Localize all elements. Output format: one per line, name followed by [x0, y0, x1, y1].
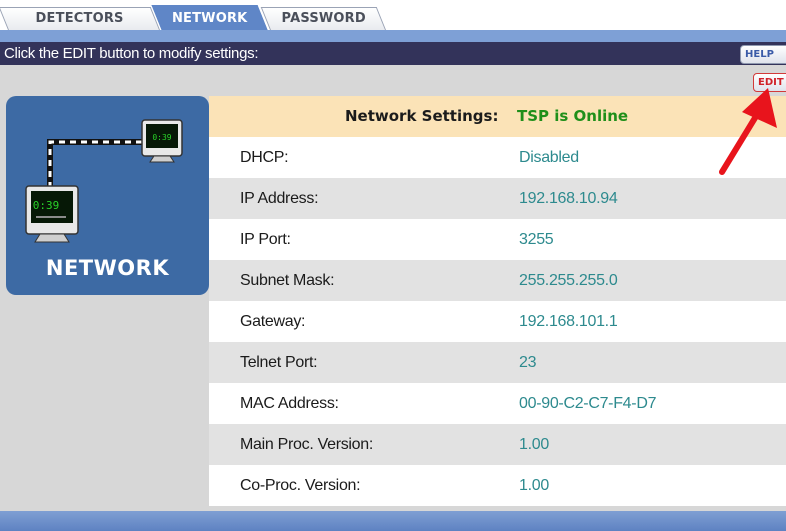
bottom-band [0, 511, 786, 531]
table-row-telnet-port: Telnet Port: 23 [209, 342, 786, 383]
small-screen-text: 0:39 [152, 133, 171, 142]
table-row-co-proc-version: Co-Proc. Version: 1.00 [209, 465, 786, 506]
large-screen-text: 0:39 [33, 199, 60, 212]
row-value: 192.168.101.1 [519, 313, 618, 330]
instruction-text: Click the EDIT button to modify settings… [4, 45, 259, 62]
tab-network[interactable]: NETWORK [151, 5, 268, 31]
table-row-ip-port: IP Port: 3255 [209, 219, 786, 260]
instruction-bar: Click the EDIT button to modify settings… [0, 42, 786, 65]
row-value: 1.00 [519, 477, 549, 494]
row-value: Disabled [519, 149, 579, 166]
row-label: DHCP: [240, 149, 289, 166]
row-label: Gateway: [240, 313, 306, 330]
row-label: Main Proc. Version: [240, 436, 374, 453]
table-row-main-proc-version: Main Proc. Version: 1.00 [209, 424, 786, 465]
row-value: 1.00 [519, 436, 549, 453]
row-value: 192.168.10.94 [519, 190, 618, 207]
row-label: Co-Proc. Version: [240, 477, 361, 494]
tab-password-label: PASSWORD [281, 11, 366, 26]
row-value: 3255 [519, 231, 554, 248]
help-button[interactable]: HELP [740, 45, 786, 64]
table-row-mac-address: MAC Address: 00-90-C2-C7-F4-D7 [209, 383, 786, 424]
network-badge: 0:39 0:39 NETWORK [6, 96, 209, 295]
row-label: IP Address: [240, 190, 319, 207]
table-row-ip-address: IP Address: 192.168.10.94 [209, 178, 786, 219]
network-monitors-icon: 0:39 0:39 [25, 119, 183, 243]
network-settings-table: Network Settings: TSP is Online DHCP: Di… [209, 96, 786, 506]
tab-underline-band [0, 30, 786, 42]
row-label: MAC Address: [240, 395, 339, 412]
network-badge-label: NETWORK [45, 256, 170, 280]
network-settings-header: Network Settings: TSP is Online [209, 96, 786, 137]
edit-button[interactable]: EDIT [753, 73, 786, 92]
tab-password[interactable]: PASSWORD [260, 7, 386, 30]
status-text: TSP is Online [517, 107, 629, 125]
row-value: 00-90-C2-C7-F4-D7 [519, 395, 657, 412]
tab-strip: DETECTORS NETWORK PASSWORD [0, 0, 786, 31]
row-label: Subnet Mask: [240, 272, 335, 289]
network-settings-title: Network Settings: [345, 107, 499, 125]
row-value: 23 [519, 354, 537, 371]
table-row-subnet-mask: Subnet Mask: 255.255.255.0 [209, 260, 786, 301]
large-monitor-icon: 0:39 [25, 185, 79, 243]
tab-network-label: NETWORK [172, 11, 248, 26]
table-row-dhcp: DHCP: Disabled [209, 137, 786, 178]
small-monitor-icon: 0:39 [141, 119, 183, 163]
row-label: IP Port: [240, 231, 291, 248]
tab-detectors[interactable]: DETECTORS [0, 7, 160, 30]
row-label: Telnet Port: [240, 354, 318, 371]
row-value: 255.255.255.0 [519, 272, 618, 289]
table-row-gateway: Gateway: 192.168.101.1 [209, 301, 786, 342]
tab-detectors-label: DETECTORS [35, 11, 124, 26]
